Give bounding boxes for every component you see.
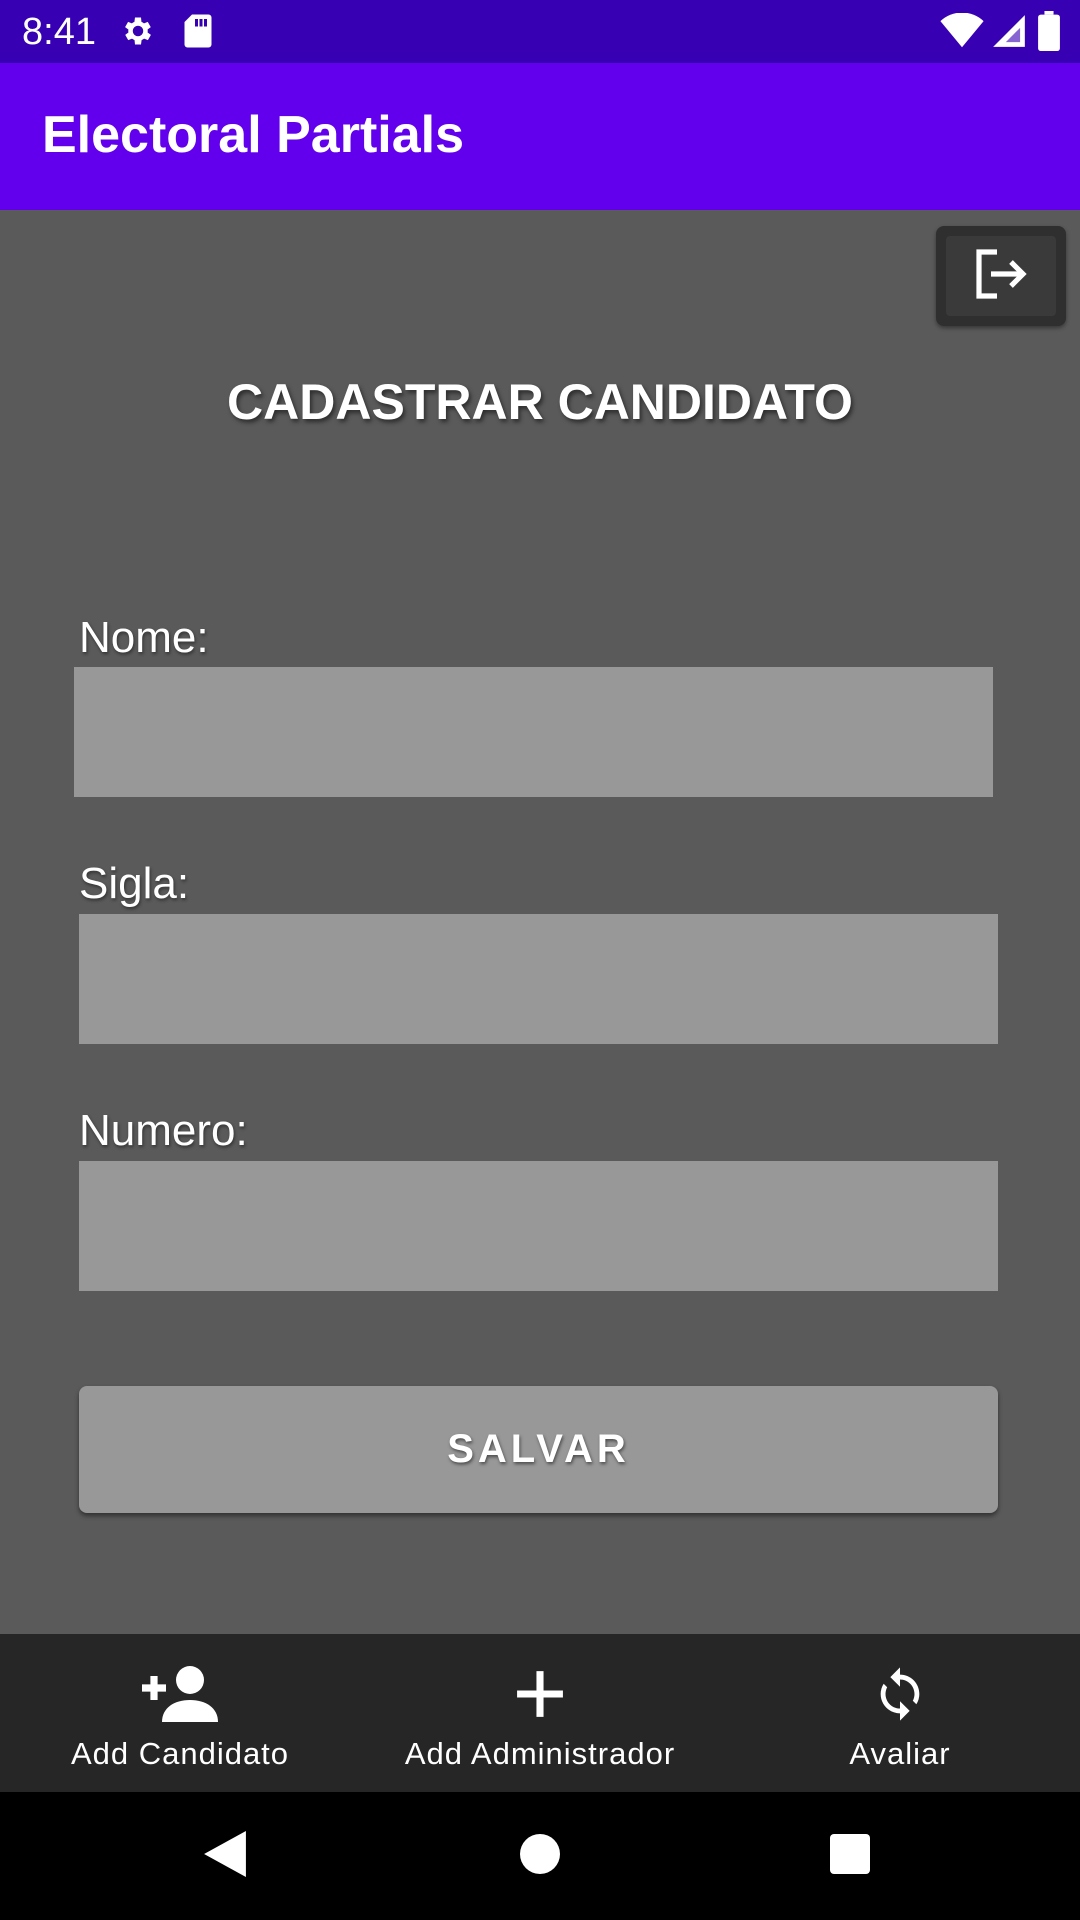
person-add-icon — [142, 1662, 218, 1726]
logout-button-face[interactable] — [946, 236, 1056, 316]
nav-add-candidato-label: Add Candidato — [70, 1736, 290, 1771]
page-title: CADASTRAR CANDIDATO — [227, 374, 853, 430]
battery-icon — [1038, 11, 1060, 56]
sigla-label: Sigla: — [79, 859, 190, 908]
app-title: Electoral Partials — [42, 106, 464, 164]
cell-signal-icon — [990, 12, 1028, 55]
home-button[interactable] — [505, 1792, 575, 1920]
logout-button[interactable] — [936, 226, 1066, 326]
sd-card-icon — [183, 13, 213, 54]
wifi-icon — [940, 12, 984, 54]
home-circle-icon — [520, 1833, 560, 1879]
sync-icon — [871, 1662, 929, 1726]
nav-add-candidato[interactable]: Add Candidato — [40, 1634, 320, 1792]
logout-icon — [971, 246, 1031, 307]
bottom-nav: Add Candidato Add Administrador Avaliar — [0, 1634, 1080, 1792]
sigla-input[interactable] — [79, 914, 998, 1044]
recents-button[interactable] — [815, 1792, 885, 1920]
nav-avaliar[interactable]: Avaliar — [790, 1634, 1010, 1792]
status-bar: 8:41 — [0, 0, 1080, 63]
status-time: 8:41 — [22, 11, 96, 53]
system-nav-bar — [0, 1792, 1080, 1920]
save-button[interactable]: SALVAR — [79, 1386, 998, 1513]
nome-input[interactable] — [74, 667, 993, 797]
nav-add-administrador-label: Add Administrador — [404, 1736, 676, 1771]
numero-label: Numero: — [79, 1106, 248, 1155]
plus-icon — [515, 1662, 565, 1726]
numero-input[interactable] — [79, 1161, 998, 1291]
nome-label: Nome: — [79, 613, 209, 662]
nav-avaliar-label: Avaliar — [849, 1736, 951, 1771]
recents-square-icon — [830, 1833, 870, 1879]
back-button[interactable] — [190, 1792, 260, 1920]
settings-gear-icon — [120, 13, 156, 54]
back-triangle-icon — [204, 1830, 246, 1882]
nav-add-administrador[interactable]: Add Administrador — [380, 1634, 700, 1792]
app-bar: Electoral Partials — [0, 63, 1080, 210]
